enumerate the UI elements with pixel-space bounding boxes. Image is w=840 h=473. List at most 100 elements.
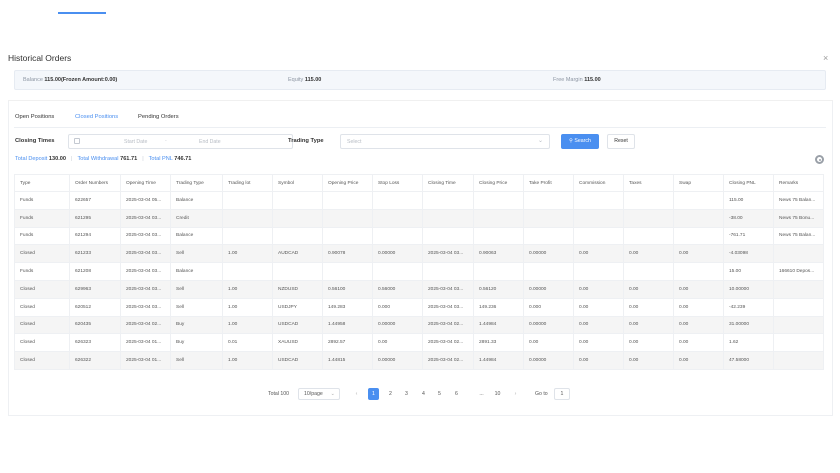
table-cell	[573, 226, 624, 246]
table-cell	[623, 262, 674, 281]
table-row[interactable]: Closed 626322 2025-03-04 01... Sell 1.00 USDC…	[14, 351, 824, 370]
balance-label: Balance	[23, 77, 43, 83]
table-cell	[272, 262, 323, 281]
table-body: Funds 622657 2025-03-04 05... Balance 115.00…	[14, 191, 824, 370]
page-number-button[interactable]: 1	[368, 388, 379, 400]
table-cell: 0.00	[573, 333, 624, 353]
trading-type-select[interactable]: Select ⌄	[340, 134, 550, 149]
table-cell: 1.00	[222, 279, 273, 299]
date-separator: -	[165, 138, 167, 144]
tabs-underline	[14, 127, 826, 128]
table-cell	[473, 226, 524, 246]
table-row[interactable]: Funds 622657 2025-03-04 05... Balance 115.00…	[14, 191, 824, 210]
tab-open-positions[interactable]: Open Positions	[15, 114, 54, 120]
table-cell: 0.56000	[372, 279, 423, 299]
tab-pending-orders[interactable]: Pending Orders	[138, 114, 179, 120]
end-date-input[interactable]: End Date	[199, 139, 221, 145]
table-cell: Closed	[14, 244, 70, 264]
table-cell	[322, 208, 373, 228]
table-cell: -38.00	[723, 208, 774, 228]
totals-divider: |	[71, 156, 73, 162]
equity-item: Equity 115.00	[288, 77, 321, 83]
table-row[interactable]: Funds 621295 2025-03-04 03... Credit -38.00 N…	[14, 208, 824, 228]
tab-closed-positions[interactable]: Closed Positions	[75, 114, 118, 120]
table-cell: 0.00	[623, 244, 674, 264]
table-cell	[422, 226, 474, 246]
close-icon[interactable]: ×	[823, 53, 828, 63]
page-number-button[interactable]: 2	[385, 388, 396, 400]
next-page-button[interactable]: ›	[510, 388, 521, 400]
account-summary-bar: Balance 115.00(Frozen Amount:0.00) Equit…	[14, 70, 826, 90]
table-cell: 115.00	[723, 191, 774, 210]
chevron-down-icon: ⌄	[330, 391, 335, 397]
table-cell: USDCAD	[272, 315, 323, 335]
table-cell: 2892.57	[322, 333, 373, 353]
table-cell: Closed	[14, 279, 70, 299]
page-number-button[interactable]: 4	[418, 388, 429, 400]
equity-value: 115.00	[304, 77, 322, 83]
table-row[interactable]: Closed 626323 2025-03-04 01... Buy 0.01 XAUUS…	[14, 333, 824, 353]
table-cell: 0.90063	[473, 244, 524, 264]
page-size-select[interactable]: 10/page ⌄	[298, 388, 340, 400]
gear-icon[interactable]	[815, 155, 824, 164]
table-cell: 0.00000	[372, 351, 423, 370]
table-cell	[222, 191, 273, 210]
table-cell	[473, 208, 524, 228]
table-cell: 1.00	[222, 244, 273, 264]
goto-input[interactable]: 1	[554, 388, 570, 400]
table-cell: -42.239	[723, 297, 774, 317]
date-range-picker[interactable]: Start Date - End Date	[68, 134, 293, 149]
chevron-down-icon: ⌄	[537, 138, 543, 144]
table-row[interactable]: Closed 620435 2025-03-04 02... Buy 1.00 USDCA…	[14, 315, 824, 335]
table-cell: 0.00	[623, 297, 674, 317]
table-cell: 0.00000	[523, 279, 574, 299]
table-cell: 0.00	[573, 279, 624, 299]
table-row[interactable]: Closed 620512 2025-03-04 03... Sell 1.00 USDJ…	[14, 297, 824, 317]
table-cell	[272, 191, 323, 210]
prev-page-button[interactable]: ‹	[351, 388, 362, 400]
table-cell	[673, 191, 724, 210]
table-cell: 0.00000	[523, 351, 574, 370]
search-button[interactable]: ⚲ Search	[561, 134, 599, 149]
column-header: Remarks	[773, 174, 824, 192]
table-cell	[322, 191, 373, 210]
table-row[interactable]: Closed 629963 2025-03-04 03... Sell 1.00 NZDU…	[14, 279, 824, 299]
table-cell: -4.03098	[723, 244, 774, 264]
table-cell: 2025-03-04 02...	[120, 315, 171, 335]
table-cell: 0.00	[573, 351, 624, 370]
balance-item: Balance 115.00(Frozen Amount:0.00)	[23, 77, 117, 83]
table-row[interactable]: Funds 621294 2025-03-04 03... Balance -761.7…	[14, 226, 824, 246]
table-cell	[773, 351, 824, 370]
table-cell: 0.00	[673, 333, 724, 353]
table-cell	[523, 208, 574, 228]
page-number-button[interactable]: 3	[401, 388, 412, 400]
table-cell: 31.00000	[723, 315, 774, 335]
table-cell: 0.00	[673, 244, 724, 264]
table-cell: 621208	[69, 262, 121, 281]
table-cell	[473, 191, 524, 210]
balance-value: 115.00(Frozen Amount:0.00)	[44, 77, 118, 83]
table-row[interactable]: Closed 621233 2025-03-04 03... Sell 1.00 AUDC…	[14, 244, 824, 264]
page-ellipsis[interactable]: ...	[476, 388, 487, 400]
table-cell	[773, 333, 824, 353]
pagination-total: Total 100	[268, 391, 290, 397]
table-cell: Balance	[170, 226, 223, 246]
page-size-value: 10/page	[304, 391, 323, 397]
table-cell: 2025-03-04 03...	[120, 226, 171, 246]
page-number-button[interactable]: 5	[434, 388, 445, 400]
reset-button[interactable]: Reset	[607, 134, 635, 149]
table-cell	[673, 262, 724, 281]
table-cell	[422, 208, 474, 228]
table-cell	[523, 226, 574, 246]
table-row[interactable]: Funds 621208 2025-03-04 03... Balance 15.00 1…	[14, 262, 824, 281]
table-cell: 0.00000	[372, 315, 423, 335]
table-cell	[773, 244, 824, 264]
totals-divider: |	[142, 156, 144, 162]
page-number-button[interactable]: 6	[451, 388, 462, 400]
column-header: Symbol	[272, 174, 323, 192]
page-number-button[interactable]: 10	[492, 388, 503, 400]
start-date-input[interactable]: Start Date	[124, 139, 147, 145]
column-header: Opening Price	[322, 174, 373, 192]
table-cell: 2025-03-04 03...	[422, 279, 474, 299]
table-cell	[272, 208, 323, 228]
